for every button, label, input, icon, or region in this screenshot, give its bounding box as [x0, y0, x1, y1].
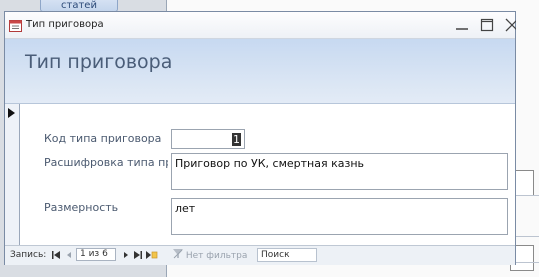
maximize-icon — [480, 18, 494, 32]
filter-icon — [173, 249, 183, 259]
filter-indicator[interactable]: Нет фильтра — [173, 249, 247, 261]
window-title: Тип приговора — [26, 19, 104, 30]
form-header: Тип приговора — [5, 39, 515, 104]
field-label-unit: Размерность — [44, 201, 119, 214]
next-record-button[interactable] — [121, 250, 131, 260]
record-selector[interactable] — [5, 104, 20, 246]
code-input[interactable]: 1 — [171, 129, 245, 149]
previous-record-button[interactable] — [64, 250, 74, 260]
next-record-icon — [124, 252, 128, 258]
form-window: Тип приговора Тип приговора Код типа при… — [4, 11, 516, 265]
minimize-icon — [456, 28, 468, 30]
last-record-button[interactable] — [133, 250, 143, 260]
first-record-button[interactable] — [51, 250, 61, 260]
previous-record-icon — [67, 252, 71, 258]
minimize-button[interactable] — [452, 16, 472, 34]
last-record-icon — [134, 251, 142, 259]
record-label: Запись: — [10, 250, 47, 260]
close-icon — [505, 18, 516, 32]
title-bar[interactable]: Тип приговора — [5, 12, 516, 39]
field-label-description: Расшифровка типа при — [44, 156, 168, 169]
first-record-icon — [52, 251, 60, 259]
close-button[interactable] — [502, 16, 516, 34]
form-icon — [9, 17, 22, 32]
description-input[interactable]: Приговор по УК, смертная казнь — [171, 153, 508, 190]
new-record-button[interactable] — [146, 250, 158, 260]
field-label-code: Код типа приговора — [44, 132, 162, 145]
current-record-icon — [8, 108, 15, 118]
maximize-button[interactable] — [477, 16, 497, 34]
new-record-icon — [146, 251, 158, 259]
filter-label: Нет фильтра — [185, 251, 248, 261]
record-navigation-bar: Запись: 1 из 6 Нет фильтра Поиск — [5, 245, 515, 265]
search-input[interactable]: Поиск — [257, 248, 317, 262]
record-position-input[interactable]: 1 из 6 — [76, 248, 116, 261]
unit-input[interactable]: лет — [171, 198, 508, 235]
form-title: Тип приговора — [25, 51, 173, 73]
